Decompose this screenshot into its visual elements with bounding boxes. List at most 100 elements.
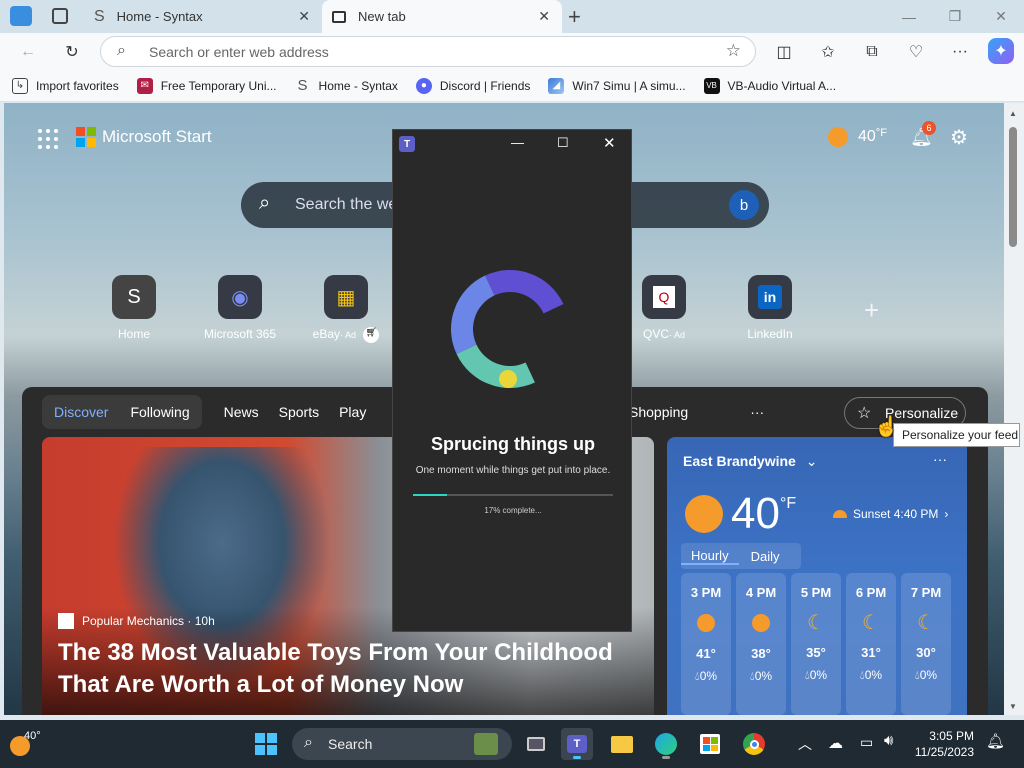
quick-link-label: QVC (642, 327, 669, 341)
quick-link-qvc[interactable]: Q QVC· Ad (619, 275, 709, 341)
bookmark-label: Free Temporary Uni... (160, 78, 277, 93)
quick-link-linkedin[interactable]: in LinkedIn (725, 275, 815, 341)
precip-value: 0% (809, 668, 828, 682)
search-icon: ⌕ (304, 734, 313, 751)
temp-mail-icon: ✉ (136, 77, 153, 94)
page-scrollbar[interactable]: ▲ ▼ (1004, 103, 1024, 715)
minimize-icon[interactable]: — (886, 0, 932, 33)
refresh-icon[interactable]: ↻ (58, 38, 86, 66)
close-tab-icon[interactable]: ✕ (298, 8, 310, 25)
precip: 💧︎0% (914, 668, 938, 682)
tab-news[interactable]: News (224, 404, 259, 420)
teams-taskbar-icon[interactable]: T (561, 728, 593, 760)
bookmark-win7-simu[interactable]: ◢ Win7 Simu | A simu... (548, 77, 686, 94)
tab-sports[interactable]: Sports (279, 404, 319, 420)
microsoft-store-icon[interactable] (694, 728, 726, 760)
tab-discover[interactable]: Discover (54, 404, 108, 420)
precip: 💧︎0% (804, 668, 828, 682)
volume-icon[interactable]: 🔊︎ (884, 732, 893, 749)
bookmark-import-favorites[interactable]: ↳ Import favorites (12, 77, 119, 94)
onedrive-cloud-icon[interactable]: ☁ (828, 734, 843, 752)
bookmark-discord[interactable]: ● Discord | Friends (415, 77, 530, 94)
sun-icon (685, 495, 723, 533)
tab-actions-icon[interactable] (52, 8, 68, 24)
chrome-icon[interactable] (738, 728, 770, 760)
favorites-icon[interactable]: ✩ (814, 38, 842, 66)
weather-location[interactable]: East Brandywine ⌄ (683, 453, 817, 470)
windows-start-icon[interactable] (250, 728, 282, 760)
quick-link-microsoft-365[interactable]: ◉ Microsoft 365 (195, 275, 285, 341)
hourly-forecast-item[interactable]: 5 PM ☾ 35° 💧︎0% (791, 573, 841, 715)
more-nav-icon[interactable]: ··· (750, 404, 764, 420)
file-explorer-icon[interactable] (606, 728, 638, 760)
settings-more-icon[interactable]: ··· (946, 38, 974, 66)
favorite-star-icon[interactable]: ☆ (726, 41, 741, 61)
edge-icon[interactable] (650, 728, 682, 760)
back-arrow-icon[interactable]: ← (14, 38, 42, 66)
microsoft-start-logo[interactable]: Microsoft Start (76, 127, 212, 147)
task-view-icon[interactable] (520, 728, 552, 760)
hourly-forecast-item[interactable]: 7 PM ☾ 30° 💧︎0% (901, 573, 951, 715)
tab-new-tab[interactable]: New tab ✕ (322, 0, 562, 33)
weather-more-icon[interactable]: ··· (933, 451, 947, 467)
bing-icon[interactable]: b (729, 190, 759, 220)
sunset-info[interactable]: Sunset 4:40 PM › (833, 507, 948, 521)
minimize-icon[interactable]: — (511, 135, 524, 150)
taskbar-weather[interactable]: 40° (10, 730, 50, 760)
quick-link-label: Microsoft 365 (203, 327, 277, 341)
quick-link-ebay[interactable]: ▦ eBay· Ad 🛒︎ (301, 275, 391, 343)
scroll-up-icon[interactable]: ▲ (1009, 109, 1017, 118)
notifications-bell-icon[interactable]: 🔔︎ 6 (910, 121, 936, 148)
story-headline[interactable]: The 38 Most Valuable Toys From Your Chil… (58, 637, 618, 701)
restore-icon[interactable]: ❐ (932, 0, 978, 33)
bookmark-vb-audio[interactable]: VB VB-Audio Virtual A... (703, 77, 836, 94)
maximize-icon[interactable]: ☐ (557, 135, 569, 151)
weather-card[interactable]: East Brandywine ⌄ ··· 40°F Sunset 4:40 P… (667, 437, 967, 715)
syntax-s-icon: S (297, 77, 308, 94)
new-tab-button[interactable]: + (568, 4, 581, 30)
clock[interactable]: 3:05 PM 11/25/2023 (914, 728, 974, 760)
quick-link-home[interactable]: S Home (89, 275, 179, 341)
tab-hourly[interactable]: Hourly (681, 548, 739, 565)
chevron-up-icon[interactable]: ︿ (798, 734, 812, 754)
close-window-icon[interactable]: ✕ (603, 134, 616, 152)
story-source[interactable]: Popular Mechanics · 10h (58, 613, 215, 629)
scrollbar-thumb[interactable] (1009, 127, 1017, 247)
hourly-forecast-item[interactable]: 4 PM 38° 💧︎0% (736, 573, 786, 715)
ebay-bag-icon: ▦ (324, 275, 368, 319)
close-tab-icon[interactable]: ✕ (538, 8, 550, 25)
collections-icon[interactable]: ⧉ (858, 38, 886, 66)
notification-bell-icon[interactable]: 🔔︎ (986, 732, 1005, 750)
tab-daily[interactable]: Daily (739, 549, 792, 564)
microsoft-logo-icon (76, 127, 96, 147)
browser-essentials-icon[interactable]: ♡ (902, 38, 930, 66)
tab-following[interactable]: Following (130, 404, 189, 420)
split-screen-icon[interactable]: ◫ (770, 38, 798, 66)
tab-play[interactable]: Play (339, 404, 366, 420)
sun-icon (828, 127, 848, 147)
settings-gear-icon[interactable]: ⚙ (950, 125, 968, 150)
precip: 💧︎0% (859, 668, 883, 682)
tab-shopping[interactable]: Shopping (629, 404, 688, 420)
bookmark-home-syntax[interactable]: S Home - Syntax (295, 77, 398, 94)
close-window-icon[interactable]: ✕ (978, 0, 1024, 33)
hourly-forecast-item[interactable]: 6 PM ☾ 31° 💧︎0% (846, 573, 896, 715)
copilot-icon[interactable]: ✦ (988, 38, 1014, 64)
taskbar-search[interactable]: ⌕ Search (292, 728, 512, 760)
syntax-s-icon: S (112, 275, 156, 319)
ad-label: · Ad (340, 330, 357, 341)
hourly-forecast-item[interactable]: 3 PM 41° 💧︎0% (681, 573, 731, 715)
bookmark-temp-mail[interactable]: ✉ Free Temporary Uni... (136, 77, 277, 94)
apps-grid-icon[interactable] (38, 129, 58, 149)
add-shortcut-icon[interactable]: + (864, 295, 879, 326)
teams-title-bar: T — ☐ ✕ (393, 130, 631, 158)
weather-summary[interactable]: 40 °F (828, 127, 887, 147)
loading-subtitle: One moment while things get put into pla… (415, 465, 611, 476)
scroll-down-icon[interactable]: ▼ (1009, 702, 1017, 711)
display-icon[interactable]: ▭ (860, 734, 873, 751)
search-highlight-icon (474, 733, 498, 755)
workspaces-icon[interactable] (10, 6, 32, 26)
tab-home-syntax[interactable]: S Home - Syntax ✕ (84, 0, 322, 33)
address-bar[interactable]: ⌕ Search or enter web address ☆ (100, 36, 756, 67)
favorites-bar: ↳ Import favorites ✉ Free Temporary Uni.… (0, 70, 1024, 102)
